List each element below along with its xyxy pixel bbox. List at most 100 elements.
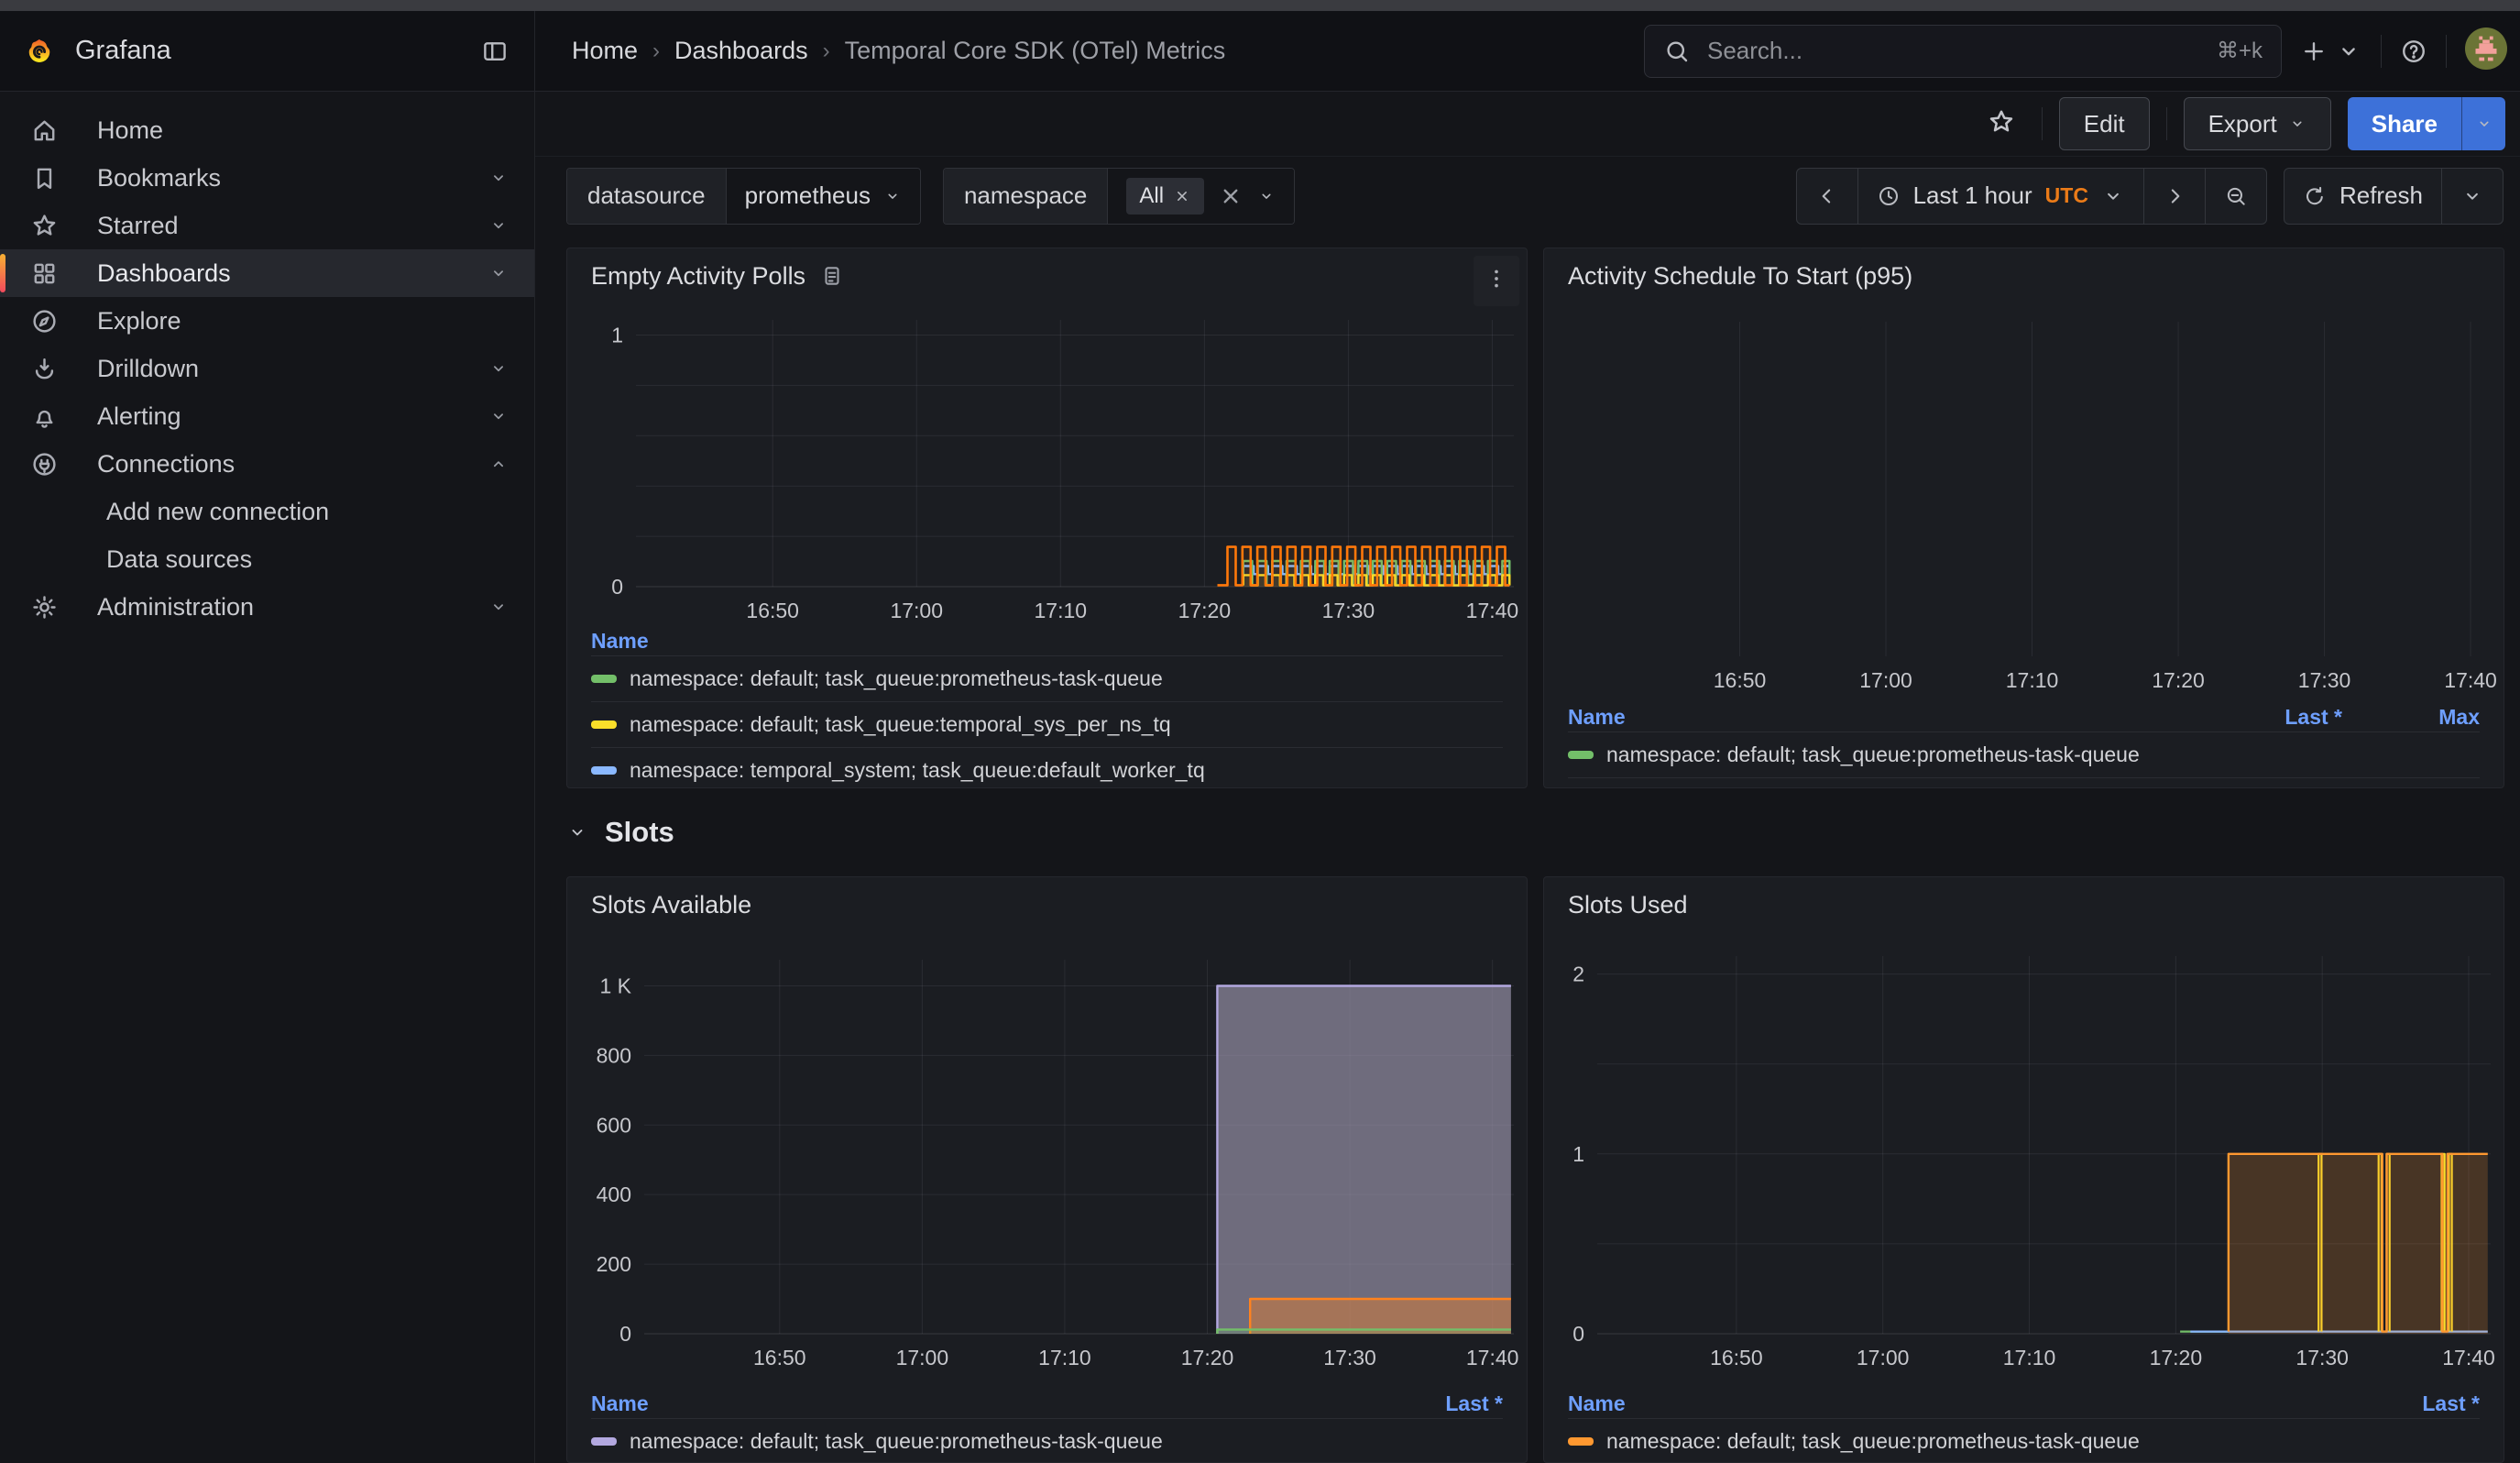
series-label: namespace: default; task_queue:temporal_… [630, 712, 1503, 737]
help-icon[interactable] [2400, 38, 2427, 65]
clock-icon [1877, 184, 1901, 208]
star-dashboard-button[interactable] [1978, 107, 2025, 141]
main-content: Edit Export Share [535, 92, 2520, 1463]
sidebar-item-home[interactable]: Home [0, 106, 534, 154]
sidebar-item-explore[interactable]: Explore [0, 297, 534, 345]
time-shift-back-button[interactable] [1797, 169, 1857, 224]
sidebar-item-administration[interactable]: Administration [0, 583, 534, 631]
svg-text:2: 2 [1572, 962, 1584, 986]
timezone-label: UTC [2045, 183, 2088, 208]
svg-text:17:20: 17:20 [2150, 1346, 2203, 1370]
search-field[interactable] [1705, 36, 2202, 66]
svg-text:1: 1 [611, 323, 623, 346]
timeseries-chart[interactable]: 16:5017:0017:1017:2017:3017:400200400600… [567, 932, 1527, 1389]
zoom-out-time-button[interactable] [2205, 169, 2266, 224]
svg-text:17:30: 17:30 [1322, 599, 1375, 622]
sidebar-item-label: Drilldown [97, 355, 199, 383]
panel-legend: NameLast *namespace: default; task_queue… [1544, 1389, 2504, 1463]
refresh-interval-button[interactable] [2441, 169, 2503, 224]
panel-activity-schedule-to-start: Activity Schedule To Start (p95) 16:5017… [1543, 248, 2504, 788]
time-shift-forward-button[interactable] [2143, 169, 2205, 224]
breadcrumb-home[interactable]: Home [572, 37, 638, 65]
series-color-swatch [1568, 1437, 1594, 1446]
legend-col[interactable]: Last * [1365, 1392, 1503, 1416]
legend-col-name[interactable]: Name [1568, 1392, 2342, 1416]
svg-text:200: 200 [597, 1252, 631, 1276]
chevron-down-icon [1257, 187, 1276, 205]
svg-text:17:40: 17:40 [1466, 599, 1519, 622]
breadcrumb-dashboards[interactable]: Dashboards [674, 37, 808, 65]
panel-slots-used: Slots Used 16:5017:0017:1017:2017:3017:4… [1543, 876, 2504, 1463]
add-menu-button[interactable] [2300, 38, 2362, 65]
legend-series-row[interactable]: namespace: default; task_queue:prometheu… [591, 1418, 1503, 1463]
sidebar-item-data-sources[interactable]: Data sources [0, 535, 534, 583]
sidebar-item-connections[interactable]: Connections [0, 440, 534, 488]
legend-series-row[interactable]: namespace: default; task_queue:prometheu… [591, 655, 1503, 701]
legend-col[interactable]: Max [2342, 705, 2480, 730]
legend-series-row[interactable]: namespace: default; task_queue:prometheu… [1568, 1418, 2480, 1463]
legend-divider [1568, 777, 2480, 778]
row-section-slots[interactable]: Slots [566, 803, 2504, 862]
share-button[interactable]: Share [2348, 97, 2461, 150]
legend-series-row[interactable]: namespace: default; task_queue:prometheu… [1568, 732, 2480, 777]
sidebar-item-label: Home [97, 116, 163, 145]
sidebar-item-starred[interactable]: Starred [0, 202, 534, 249]
timeseries-chart[interactable]: 16:5017:0017:1017:2017:3017:40012 [1544, 932, 2504, 1389]
legend-col-name[interactable]: Name [1568, 705, 2205, 730]
legend-col[interactable]: Last * [2205, 705, 2342, 730]
namespace-chip-value: All [1139, 183, 1164, 209]
remove-chip-icon[interactable] [1173, 187, 1191, 205]
legend-col-name[interactable]: Name [591, 629, 1503, 654]
panel-title-row[interactable]: Empty Activity Polls [567, 248, 1527, 303]
panel-menu-button[interactable] [1474, 256, 1519, 306]
gear-icon [29, 593, 59, 622]
sidebar-item-dashboards[interactable]: Dashboards [0, 249, 534, 297]
panel-slots-available: Slots Available 16:5017:0017:1017:2017:3… [566, 876, 1528, 1463]
namespace-select[interactable]: All [1107, 169, 1294, 224]
panel-grid: Empty Activity Polls 16:5017:0017:1017:2… [566, 248, 2504, 1463]
apps-icon [29, 259, 59, 288]
user-avatar[interactable] [2465, 28, 2507, 74]
search-shortcut-hint: ⌘+k [2217, 38, 2263, 64]
panel-description-icon[interactable] [820, 264, 844, 288]
datasource-select[interactable]: prometheus [726, 169, 920, 224]
legend-col-name[interactable]: Name [591, 1392, 1365, 1416]
sidebar-item-label: Starred [97, 212, 179, 240]
export-button[interactable]: Export [2184, 97, 2331, 150]
home-icon [29, 116, 59, 145]
grafana-logo[interactable] [26, 38, 53, 65]
svg-text:17:10: 17:10 [2003, 1346, 2056, 1370]
legend-series-row[interactable]: namespace: default; task_queue:temporal_… [591, 701, 1503, 747]
clear-selection-icon[interactable] [1217, 182, 1244, 210]
panel-title-row[interactable]: Activity Schedule To Start (p95) [1544, 248, 2504, 303]
edit-button[interactable]: Edit [2059, 97, 2150, 150]
namespace-chip[interactable]: All [1126, 178, 1204, 214]
window-chrome-strip [0, 0, 2520, 11]
sidebar-item-alerting[interactable]: Alerting [0, 392, 534, 440]
svg-text:17:10: 17:10 [1038, 1346, 1091, 1370]
legend-col[interactable]: Last * [2342, 1392, 2480, 1416]
panel-title-row[interactable]: Slots Used [1544, 877, 2504, 932]
timeseries-chart[interactable]: 16:5017:0017:1017:2017:3017:4001 [567, 303, 1527, 626]
sidebar-item-label: Add new connection [106, 498, 329, 526]
timeseries-chart[interactable]: 16:5017:0017:1017:2017:3017:40 [1544, 303, 2504, 702]
share-menu-button[interactable] [2461, 97, 2505, 150]
svg-text:17:00: 17:00 [1857, 1346, 1910, 1370]
series-label: namespace: temporal_system; task_queue:d… [630, 758, 1503, 783]
time-controls: Last 1 hour UTC [1796, 168, 2504, 225]
sidebar-item-bookmarks[interactable]: Bookmarks [0, 154, 534, 202]
sidebar-item-add-new-connection[interactable]: Add new connection [0, 488, 534, 535]
svg-text:0: 0 [1572, 1322, 1584, 1346]
plus-icon [2300, 38, 2328, 65]
namespace-label: namespace [944, 169, 1107, 224]
refresh-button[interactable]: Refresh [2284, 169, 2441, 224]
search-input[interactable]: ⌘+k [1644, 25, 2282, 78]
dashboard-controls: datasource prometheus namespace All [535, 157, 2520, 235]
panel-title-row[interactable]: Slots Available [567, 877, 1527, 932]
time-range-picker[interactable]: Last 1 hour UTC [1857, 169, 2143, 224]
sidebar-item-drilldown[interactable]: Drilldown [0, 345, 534, 392]
legend-series-row[interactable]: namespace: temporal_system; task_queue:d… [591, 747, 1503, 788]
svg-text:17:40: 17:40 [2442, 1346, 2495, 1370]
sidebar-toggle-icon[interactable] [481, 38, 509, 65]
star-icon [29, 212, 59, 240]
